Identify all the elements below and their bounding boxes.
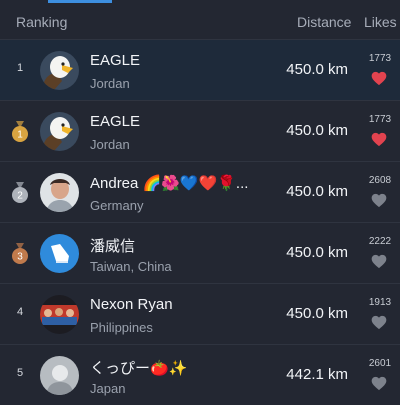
ranking-row[interactable]: 4 Nexon Ryan Philippines 450.0 km 1913 <box>0 283 400 344</box>
medal-icon: 1 <box>12 121 28 142</box>
athlete-name[interactable]: くっぴー🍅✨ <box>90 357 187 378</box>
athlete-country: Taiwan, China <box>90 259 172 274</box>
rank-number: 4 <box>16 306 24 318</box>
athlete-name[interactable]: EAGLE <box>90 113 140 130</box>
heart-icon[interactable] <box>371 254 387 269</box>
heart-icon[interactable] <box>371 132 387 147</box>
athlete-name[interactable]: Andrea 🌈🌺💙❤️🌹... <box>90 174 248 192</box>
likes-count: 1773 <box>368 53 392 64</box>
rank-number: 5 <box>16 367 24 379</box>
distance-value: 450.0 km <box>286 244 348 261</box>
medal-icon: 2 <box>12 182 28 203</box>
distance-value: 450.0 km <box>286 305 348 322</box>
athlete-name[interactable]: Nexon Ryan <box>90 296 173 313</box>
athlete-country: Philippines <box>90 320 153 335</box>
likes-count: 2222 <box>368 236 392 247</box>
distance-value: 442.1 km <box>286 366 348 383</box>
avatar[interactable] <box>40 295 79 334</box>
distance-column-header: Distance <box>297 14 352 30</box>
ranking-column-header: Ranking <box>16 14 68 30</box>
medal-icon: 3 <box>12 243 28 264</box>
likes-count: 1773 <box>368 114 392 125</box>
rank-number: 1 <box>16 62 24 74</box>
avatar[interactable] <box>40 51 79 90</box>
heart-icon[interactable] <box>371 376 387 391</box>
athlete-country: Japan <box>90 381 126 396</box>
distance-value: 450.0 km <box>286 183 348 200</box>
avatar[interactable] <box>40 112 79 151</box>
heart-icon[interactable] <box>371 193 387 208</box>
table-header: Ranking Distance Likes <box>0 3 400 39</box>
heart-icon[interactable] <box>371 315 387 330</box>
svg-text:1: 1 <box>17 130 23 141</box>
ranking-row[interactable]: 1 EAGLE Jordan 450.0 km 1773 <box>0 39 400 100</box>
heart-icon[interactable] <box>371 71 387 86</box>
ranking-row[interactable]: 1 EAGLE Jordan 450.0 km 1773 <box>0 100 400 161</box>
avatar[interactable] <box>40 173 79 212</box>
avatar[interactable] <box>40 234 79 273</box>
ranking-row[interactable]: 3 潘威信 Taiwan, China 450.0 km 2222 <box>0 222 400 283</box>
athlete-country: Jordan <box>90 137 130 152</box>
likes-count: 1913 <box>368 297 392 308</box>
ranking-row[interactable]: 5 くっぴー🍅✨ Japan 442.1 km 2601 <box>0 344 400 405</box>
likes-column-header: Likes <box>364 14 397 30</box>
distance-value: 450.0 km <box>286 61 348 78</box>
athlete-country: Germany <box>90 198 144 213</box>
likes-count: 2608 <box>368 175 392 186</box>
avatar[interactable] <box>40 356 79 395</box>
distance-value: 450.0 km <box>286 122 348 139</box>
athlete-name[interactable]: 潘威信 <box>90 235 135 256</box>
likes-count: 2601 <box>368 358 392 369</box>
ranking-row[interactable]: 2 Andrea 🌈🌺💙❤️🌹... Germany 450.0 km 2608 <box>0 161 400 222</box>
athlete-name[interactable]: EAGLE <box>90 52 140 69</box>
svg-text:2: 2 <box>17 191 23 202</box>
athlete-country: Jordan <box>90 76 130 91</box>
svg-text:3: 3 <box>17 252 23 263</box>
